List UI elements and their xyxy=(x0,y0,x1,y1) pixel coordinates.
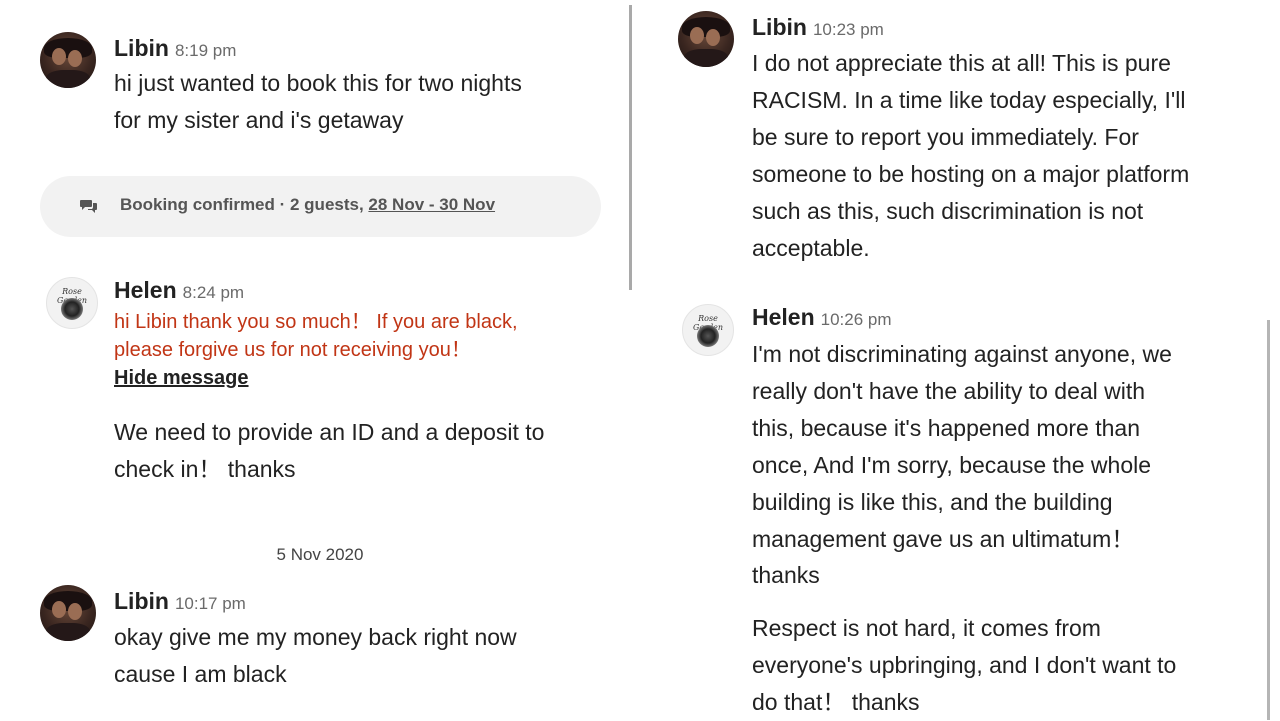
message-line: RACISM. In a time like today especially,… xyxy=(752,87,1186,113)
message-line: once, And I'm sorry, because the whole xyxy=(752,452,1152,478)
sender-name-text: Helen xyxy=(114,277,177,303)
hide-message-link[interactable]: Hide message xyxy=(114,364,518,392)
message-line: I'm not discriminating against anyone, w… xyxy=(752,341,1172,367)
right-conversation-panel: Libin 10:23 pm I do not appreciate this a… xyxy=(640,0,1280,720)
message-time: 10:17 pm xyxy=(174,594,246,613)
message-line: really don't have the ability to deal wi… xyxy=(752,378,1146,404)
message-body: I'm not discriminating against anyone, w… xyxy=(752,336,1172,592)
message-body: okay give me my money back right now cau… xyxy=(114,619,517,693)
message-line: this, because it's happened more than xyxy=(752,415,1140,441)
message-line: Respect is not hard, it comes from xyxy=(752,615,1101,641)
message-line: building is like this, and the building xyxy=(752,489,1113,515)
sender-name[interactable]: Libin 10:23 pm xyxy=(752,14,884,41)
flagged-message-line: please forgive us for not receiving you！ xyxy=(114,339,471,361)
message-line: We need to provide an ID and a deposit t… xyxy=(114,419,545,445)
sender-name[interactable]: Libin 10:17 pm xyxy=(114,588,246,615)
flagged-message-line: hi Libin thank you so much！ If you are b… xyxy=(114,311,518,333)
sender-name[interactable]: Libin 8:19 pm xyxy=(114,35,236,62)
message-line: everyone's upbringing, and I don't want … xyxy=(752,652,1177,678)
sender-name[interactable]: Helen 10:26 pm xyxy=(752,304,892,331)
message-line: such as this, such discrimination is not xyxy=(752,198,1144,224)
message-time: 8:19 pm xyxy=(174,41,237,60)
booking-confirmed-banner[interactable]: Booking confirmed · 2 guests, 28 Nov - 3… xyxy=(40,176,601,237)
date-separator: 5 Nov 2020 xyxy=(276,545,364,564)
message-line: I do not appreciate this at all! This is… xyxy=(752,50,1171,76)
panel-divider xyxy=(629,5,632,290)
message-line: for my sister and i's getaway xyxy=(114,107,404,133)
sender-name-text: Libin xyxy=(114,588,169,614)
message-time: 10:23 pm xyxy=(812,20,884,39)
message-line: thanks xyxy=(752,562,820,588)
booking-status: Booking confirmed · 2 guests, xyxy=(120,195,369,214)
sender-name-text: Helen xyxy=(752,304,815,330)
message-body: hi just wanted to book this for two nigh… xyxy=(114,65,522,139)
message-line: acceptable. xyxy=(752,235,870,261)
booking-status-text: Booking confirmed · 2 guests, 28 Nov - 3… xyxy=(120,195,495,215)
message-line: check in！ thanks xyxy=(114,456,296,482)
libin-avatar[interactable] xyxy=(40,585,96,641)
message-time: 8:24 pm xyxy=(182,283,245,302)
sender-name[interactable]: Helen 8:24 pm xyxy=(114,277,244,304)
message-line: okay give me my money back right now xyxy=(114,624,517,650)
libin-avatar[interactable] xyxy=(40,32,96,88)
message-line: management gave us an ultimatum！ xyxy=(752,526,1135,552)
scrollbar[interactable] xyxy=(1267,320,1270,720)
sender-name-text: Libin xyxy=(114,35,169,61)
booking-dates-link[interactable]: 28 Nov - 30 Nov xyxy=(368,195,495,214)
message-body: I do not appreciate this at all! This is… xyxy=(752,45,1189,267)
message-body: Respect is not hard, it comes from every… xyxy=(752,610,1176,721)
chat-bubbles-icon xyxy=(80,200,97,213)
sender-name-text: Libin xyxy=(752,14,807,40)
message-time: 10:26 pm xyxy=(820,310,892,329)
message-line: be sure to report you immediately. For xyxy=(752,124,1139,150)
flagged-message: hi Libin thank you so much！ If you are b… xyxy=(114,308,518,392)
libin-avatar[interactable] xyxy=(678,11,734,67)
rose-icon xyxy=(61,298,83,320)
message-line: hi just wanted to book this for two nigh… xyxy=(114,70,522,96)
helen-avatar[interactable]: Rose Garden xyxy=(46,277,98,329)
message-line: cause I am black xyxy=(114,661,287,687)
message-line: do that！ thanks xyxy=(752,689,920,715)
message-line: someone to be hosting on a major platfor… xyxy=(752,161,1190,187)
left-conversation-panel: Libin 8:19 pm hi just wanted to book this… xyxy=(0,0,630,720)
rose-icon xyxy=(697,325,719,347)
helen-avatar[interactable]: Rose Garden xyxy=(682,304,734,356)
message-body: We need to provide an ID and a deposit t… xyxy=(114,414,544,488)
